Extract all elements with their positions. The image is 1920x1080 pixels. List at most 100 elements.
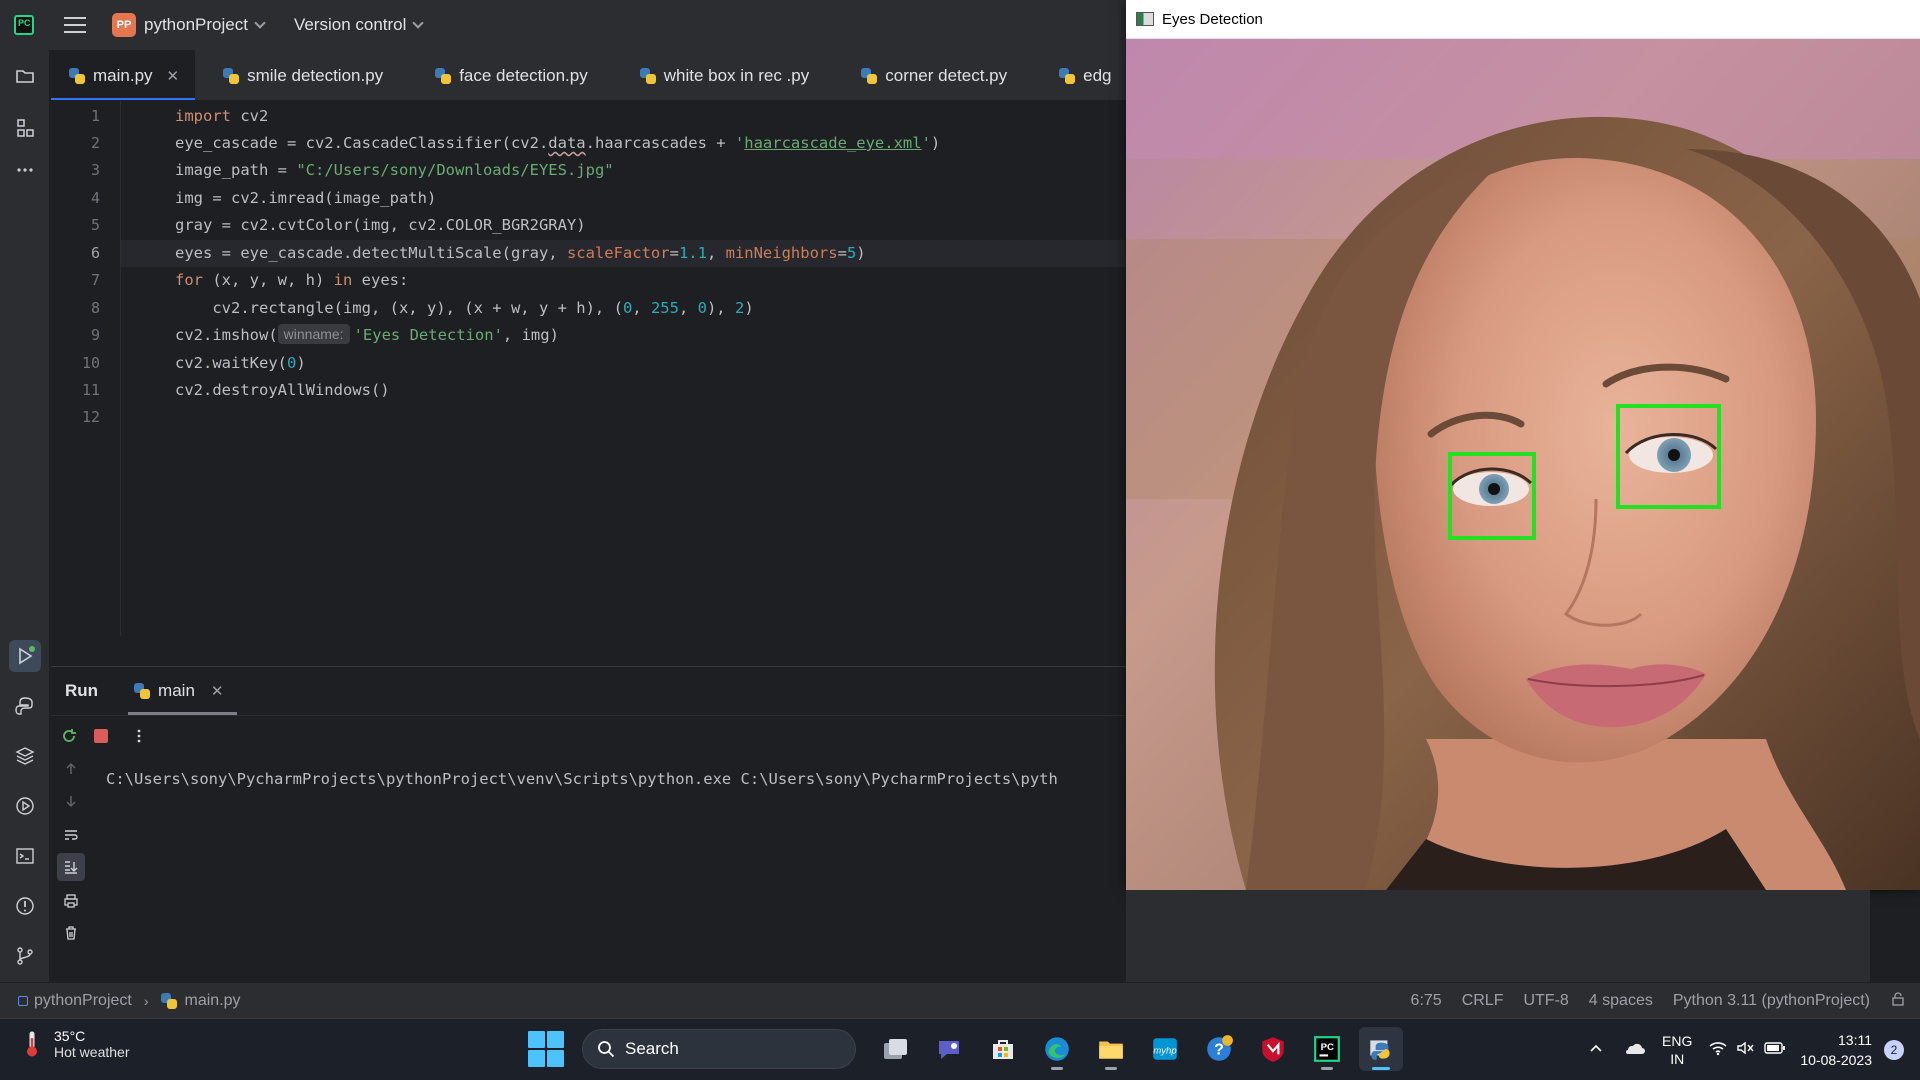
close-icon[interactable]: ✕ (167, 67, 180, 85)
folder-icon[interactable] (9, 60, 41, 92)
clock[interactable]: 13:11 10-08-2023 (1800, 1030, 1872, 1070)
python-file-icon (861, 67, 878, 84)
code-editor[interactable]: 1 2 3 4 5 6 7 8 9 10 11 12 import cv2 ey… (51, 101, 1126, 636)
tab-main-py[interactable]: main.py ✕ (51, 50, 196, 100)
myhp-icon[interactable]: myhp (1143, 1027, 1187, 1071)
chevron-right-icon: › (143, 992, 149, 1009)
wifi-icon[interactable] (1708, 1040, 1728, 1061)
task-view-icon[interactable] (873, 1027, 917, 1071)
tab-label: smile detection.py (247, 65, 384, 85)
microsoft-store-icon[interactable] (981, 1027, 1025, 1071)
opencv-window-title: Eyes Detection (1162, 10, 1263, 28)
chevron-down-icon[interactable] (412, 17, 425, 29)
console-output[interactable]: C:\Users\sony\PycharmProjects\pythonProj… (106, 770, 1058, 788)
pycharm-taskbar-icon[interactable]: PC (1305, 1027, 1349, 1071)
structure-icon[interactable] (9, 112, 41, 144)
problems-icon[interactable] (9, 890, 41, 922)
breadcrumb-project[interactable]: pythonProject (34, 992, 132, 1010)
run-icon[interactable] (9, 640, 41, 672)
tab-edge[interactable]: edg (1023, 50, 1126, 100)
tab-white-box[interactable]: white box in rec .py (604, 50, 826, 100)
tab-smile-detection[interactable]: smile detection.py (195, 50, 399, 100)
line-number: 1 (90, 107, 100, 125)
tab-label: corner detect.py (885, 65, 1008, 85)
terminal-icon[interactable] (9, 840, 41, 872)
taskbar-search[interactable]: Search (582, 1029, 856, 1069)
arrow-down-icon[interactable] (57, 787, 85, 815)
file-explorer-icon[interactable] (1089, 1027, 1133, 1071)
python-file-icon (1059, 67, 1076, 84)
layers-icon[interactable] (9, 740, 41, 772)
help-icon[interactable]: ? (1197, 1027, 1241, 1071)
project-badge[interactable]: PP (112, 13, 136, 37)
chevron-down-icon[interactable] (254, 17, 266, 29)
file-encoding[interactable]: UTF-8 (1523, 992, 1568, 1010)
weather-widget[interactable]: 35°C Hot weather (22, 1028, 129, 1060)
code-line: image_path = "C:/Users/sony/Downloads/EY… (175, 161, 614, 179)
run-toolbar (51, 715, 1126, 755)
python-file-icon (160, 992, 177, 1009)
close-icon[interactable]: ✕ (211, 682, 224, 700)
tab-corner-detect[interactable]: corner detect.py (825, 50, 1023, 100)
windows-start-icon[interactable] (528, 1031, 564, 1067)
main-menu-icon[interactable] (64, 17, 86, 33)
python-file-icon (223, 67, 240, 84)
rerun-icon[interactable] (56, 723, 82, 749)
code-line-current: eyes = eye_cascade.detectMultiScale(gray… (121, 240, 1126, 267)
edge-browser-icon[interactable] (1035, 1027, 1079, 1071)
editor-tabs: main.py ✕ smile detection.py face detect… (51, 50, 1126, 101)
more-icon[interactable] (9, 154, 41, 186)
trash-icon[interactable] (57, 919, 85, 947)
run-title: Run (65, 681, 99, 700)
line-separator[interactable]: CRLF (1462, 992, 1504, 1010)
services-icon[interactable] (9, 790, 41, 822)
code-line: import cv2 (175, 107, 269, 125)
tab-face-detection[interactable]: face detection.py (399, 50, 604, 100)
scroll-to-end-icon[interactable] (57, 853, 85, 881)
opencv-window[interactable]: Eyes Detection (1126, 0, 1920, 890)
running-indicator (1321, 1067, 1333, 1070)
mcafee-icon[interactable] (1251, 1027, 1295, 1071)
soft-wrap-icon[interactable] (57, 821, 85, 849)
git-icon[interactable] (9, 940, 41, 972)
line-number: 9 (90, 326, 100, 344)
tab-label: white box in rec .py (663, 65, 810, 85)
python-file-icon (134, 683, 151, 699)
editor-background-panel (1126, 890, 1870, 982)
language-indicator[interactable]: ENG IN (1662, 1032, 1692, 1068)
breadcrumb-file[interactable]: main.py (185, 992, 241, 1010)
lock-icon[interactable] (1890, 991, 1906, 1012)
opencv-window-titlebar[interactable]: Eyes Detection (1126, 0, 1920, 39)
chevron-up-icon[interactable] (1588, 1040, 1604, 1061)
clock-time: 13:11 (1838, 1032, 1872, 1048)
python-console-icon[interactable] (9, 690, 41, 722)
line-number-gutter: 1 2 3 4 5 6 7 8 9 10 11 12 (51, 101, 121, 636)
run-tab-main[interactable]: main ✕ (128, 667, 238, 715)
running-indicator (1105, 1067, 1117, 1070)
arrow-up-icon[interactable] (57, 755, 85, 783)
caret-position[interactable]: 6:75 (1411, 992, 1442, 1010)
python-interpreter[interactable]: Python 3.11 (pythonProject) (1673, 992, 1870, 1010)
stop-icon[interactable] (88, 723, 114, 749)
notification-badge[interactable]: 2 (1884, 1040, 1904, 1060)
project-name[interactable]: pythonProject (144, 15, 248, 35)
line-number: 3 (90, 161, 100, 179)
more-vertical-icon[interactable] (126, 723, 152, 749)
python-file-icon (435, 67, 452, 84)
indent-setting[interactable]: 4 spaces (1589, 992, 1653, 1010)
code-line: cv2.rectangle(img, (x, y), (x + w, y + h… (175, 299, 754, 317)
chat-icon[interactable] (927, 1027, 971, 1071)
battery-icon[interactable] (1764, 1041, 1786, 1060)
version-control-menu[interactable]: Version control (294, 15, 406, 35)
line-number: 4 (90, 189, 100, 207)
code-area[interactable]: import cv2 eye_cascade = cv2.CascadeClas… (121, 101, 1126, 636)
volume-muted-icon[interactable] (1736, 1040, 1756, 1061)
onedrive-icon[interactable] (1622, 1040, 1646, 1061)
line-number: 8 (90, 299, 100, 317)
run-side-toolbar (51, 755, 91, 983)
python-taskbar-icon[interactable] (1359, 1027, 1403, 1071)
python-file-icon (639, 67, 656, 84)
print-icon[interactable] (57, 887, 85, 915)
eyes-detection-image (1126, 39, 1920, 890)
